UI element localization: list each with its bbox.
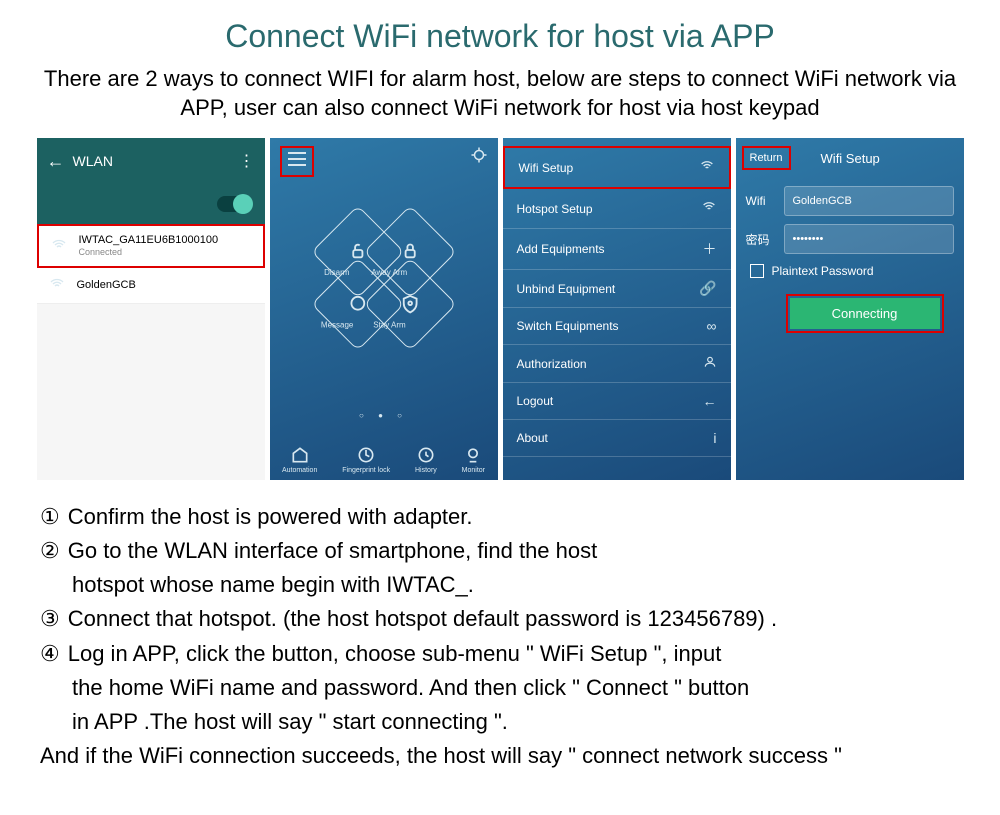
- menu-logout[interactable]: Logout←: [503, 383, 731, 420]
- link-icon: 🔗: [699, 280, 716, 297]
- step-text: Go to the WLAN interface of smartphone, …: [68, 534, 960, 568]
- nav-monitor[interactable]: Monitor: [462, 445, 485, 474]
- step-text: Log in APP, click the button, choose sub…: [68, 637, 960, 671]
- nav-fingerprint[interactable]: Fingerprint lock: [342, 445, 390, 474]
- satellite-icon[interactable]: [470, 146, 488, 177]
- step-text: in APP .The host will say " start connec…: [72, 705, 960, 739]
- step-text: Confirm the host is powered with adapter…: [68, 500, 960, 534]
- screenshot-row: ← WLAN ⋮ IWTAC_GA11EU6B1000100 Connected…: [30, 138, 970, 480]
- wifi-input[interactable]: GoldenGCB: [784, 186, 954, 216]
- wifi-network-item[interactable]: GoldenGCB: [37, 268, 265, 304]
- wlan-title: WLAN: [73, 153, 239, 169]
- menu-switch[interactable]: Switch Equipments∞: [503, 308, 731, 345]
- info-icon: i: [713, 430, 716, 446]
- password-label: 密码: [746, 231, 784, 248]
- page-subtitle: There are 2 ways to connect WIFI for ala…: [30, 65, 970, 122]
- plaintext-checkbox[interactable]: Plaintext Password: [750, 264, 950, 278]
- connect-button-highlight: Connecting: [786, 294, 944, 333]
- hamburger-icon[interactable]: [280, 146, 314, 177]
- screen-menu: Wifi Setup Hotspot Setup Add Equipments＋…: [503, 138, 731, 480]
- menu-add-equip[interactable]: Add Equipments＋: [503, 229, 731, 270]
- arrow-left-icon: ←: [703, 393, 717, 409]
- step-text: the home WiFi name and password. And the…: [72, 671, 960, 705]
- step-text: Connect that hotspot. (the host hotspot …: [68, 602, 960, 636]
- menu-wifi-setup[interactable]: Wifi Setup: [503, 146, 731, 189]
- screen-wifi-setup: Return Wifi Setup Wifi GoldenGCB 密码 ••••…: [736, 138, 964, 480]
- menu-hotspot[interactable]: Hotspot Setup: [503, 189, 731, 229]
- infinity-icon: ∞: [707, 318, 717, 334]
- connect-button[interactable]: Connecting: [790, 298, 940, 329]
- page-indicator: ○ ● ○: [270, 411, 498, 420]
- screen-wlan: ← WLAN ⋮ IWTAC_GA11EU6B1000100 Connected…: [37, 138, 265, 480]
- wlan-app-bar: ← WLAN ⋮: [37, 138, 265, 184]
- checkbox-icon: [750, 264, 764, 278]
- nav-history[interactable]: History: [415, 445, 437, 474]
- step-number: ②: [40, 534, 60, 568]
- wifi-toggle[interactable]: [217, 196, 251, 212]
- menu-unbind[interactable]: Unbind Equipment🔗: [503, 270, 731, 308]
- menu-auth[interactable]: Authorization: [503, 345, 731, 383]
- menu-about[interactable]: Abouti: [503, 420, 731, 457]
- step-number: ③: [40, 602, 60, 636]
- instruction-steps: ①Confirm the host is powered with adapte…: [30, 500, 970, 773]
- wifi-icon: [49, 276, 65, 295]
- arm-diamond: Away Arm Disarm Stay Arm Message: [285, 179, 483, 377]
- user-icon: [703, 355, 717, 372]
- wifi-network-name: GoldenGCB: [77, 279, 136, 292]
- overflow-icon[interactable]: ⋮: [239, 151, 255, 171]
- step-text: And if the WiFi connection succeeds, the…: [40, 739, 960, 773]
- wifi-network-text: IWTAC_GA11EU6B1000100 Connected: [79, 234, 219, 258]
- wifi-label: Wifi: [746, 194, 784, 208]
- wifi-icon: [51, 237, 67, 256]
- step-text: hotspot whose name begin with IWTAC_.: [72, 568, 960, 602]
- wifi-icon: [701, 199, 717, 218]
- return-button[interactable]: Return: [742, 146, 791, 170]
- password-input[interactable]: ••••••••: [784, 224, 954, 254]
- wifi-network-selected[interactable]: IWTAC_GA11EU6B1000100 Connected: [37, 224, 265, 268]
- page-title: Connect WiFi network for host via APP: [30, 18, 970, 55]
- screen-app-home: Away Arm Disarm Stay Arm Message ○ ● ○ A…: [270, 138, 498, 480]
- plus-icon: ＋: [703, 239, 717, 259]
- nav-automation[interactable]: Automation: [282, 445, 317, 474]
- wifi-icon: [699, 158, 715, 177]
- bottom-nav: Automation Fingerprint lock History Moni…: [270, 439, 498, 480]
- wlan-toggle-row: [37, 184, 265, 224]
- back-icon[interactable]: ←: [47, 151, 65, 172]
- step-number: ①: [40, 500, 60, 534]
- step-number: ④: [40, 637, 60, 671]
- wifi-setup-title: Wifi Setup: [821, 151, 880, 166]
